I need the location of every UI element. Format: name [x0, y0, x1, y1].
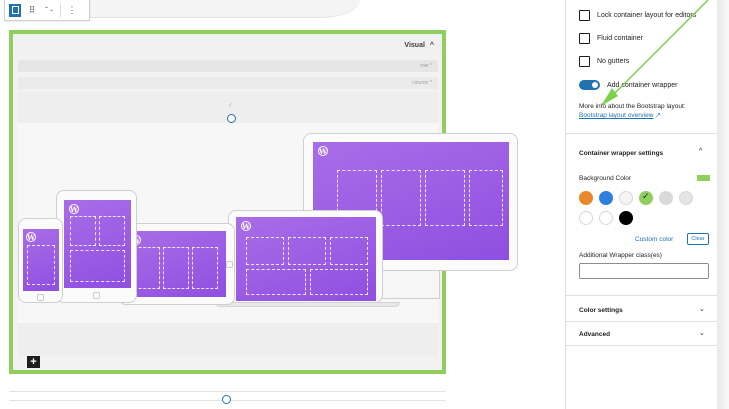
- color-swatch-light[interactable]: [619, 191, 633, 205]
- toolbar-divider: [60, 3, 61, 17]
- row-label: row ^: [420, 63, 432, 69]
- move-up-down-icon[interactable]: ⌃⌄: [43, 4, 55, 17]
- layout-placeholder: [99, 216, 125, 246]
- divider: [566, 295, 718, 296]
- color-swatch-blue[interactable]: [599, 191, 613, 205]
- more-options-icon[interactable]: ⋮: [66, 4, 78, 17]
- color-swatch-black[interactable]: [619, 211, 633, 225]
- tablet-screen: W: [126, 231, 226, 297]
- laptop: W: [228, 210, 383, 303]
- color-swatch-white[interactable]: [579, 211, 593, 225]
- layout-placeholder: [330, 237, 368, 265]
- color-palette: [579, 191, 704, 225]
- divider: [566, 345, 718, 346]
- color-swatch-orange[interactable]: [579, 191, 593, 205]
- columns-icon[interactable]: [9, 3, 21, 17]
- wrapper-settings-title[interactable]: Container wrapper settings: [579, 150, 663, 157]
- column-label: column ^: [412, 80, 432, 86]
- layout-placeholder: [70, 250, 125, 282]
- layout-placeholder: [425, 170, 465, 226]
- layout-placeholder: [246, 269, 306, 295]
- visual-label[interactable]: Visual: [404, 42, 425, 49]
- editor-screen: ⠿ ⌃⌄ ⋮ Visual ^ row ^ column ^ ✓ + W W W…: [0, 0, 729, 409]
- layout-placeholder: [246, 237, 284, 265]
- check-icon: ✓: [228, 102, 234, 109]
- chevron-down-icon[interactable]: ⌄: [699, 329, 705, 337]
- toolbar-backdrop: [90, 0, 360, 18]
- additional-wrapper-input[interactable]: [579, 263, 709, 279]
- layout-placeholder: [288, 237, 326, 265]
- color-swatch-gray[interactable]: [659, 191, 673, 205]
- chevron-down-icon[interactable]: ⌄: [699, 305, 705, 313]
- tablet-portrait-screen: W: [64, 200, 131, 288]
- phone: W: [18, 218, 63, 303]
- external-link-icon: ↗: [655, 112, 661, 119]
- phone-screen: W: [23, 229, 59, 291]
- additional-wrapper-label: Additional Wrapper class(es): [579, 252, 662, 259]
- wordpress-logo-icon: W: [26, 232, 36, 242]
- block-toolbar: ⠿ ⌃⌄ ⋮: [4, 0, 90, 21]
- block-inserter-dot[interactable]: [227, 114, 236, 123]
- drag-handle-icon[interactable]: ⠿: [26, 4, 38, 17]
- custom-color-link[interactable]: Custom color: [635, 236, 673, 243]
- color-swatch-green[interactable]: [639, 191, 653, 205]
- layout-placeholder: [27, 245, 55, 285]
- annotation-arrow-icon: [601, 0, 709, 106]
- chevron-up-icon[interactable]: ^: [699, 148, 702, 155]
- row-block-bar[interactable]: row ^: [18, 60, 438, 72]
- visual-bar: Visual ^: [13, 34, 442, 56]
- lock-layout-checkbox[interactable]: [579, 10, 590, 21]
- block-inserter-dot[interactable]: [222, 395, 231, 404]
- current-color-swatch: [697, 175, 710, 181]
- tablet-portrait: W: [56, 190, 137, 303]
- bootstrap-overview-link[interactable]: Bootstrap layout overview: [579, 112, 653, 119]
- home-button-icon: [37, 294, 44, 301]
- column-block-bar[interactable]: column ^: [18, 77, 438, 89]
- wordpress-logo-icon: W: [318, 146, 328, 156]
- home-button-icon: [93, 292, 100, 299]
- divider: [566, 321, 718, 322]
- chevron-up-icon[interactable]: ^: [430, 42, 434, 49]
- add-block-button[interactable]: +: [27, 356, 40, 368]
- color-swatch-white-2[interactable]: [599, 211, 613, 225]
- color-settings-title[interactable]: Color settings: [579, 307, 623, 314]
- divider: [566, 133, 718, 134]
- fluid-container-checkbox[interactable]: [579, 33, 590, 44]
- laptop-screen: W: [236, 217, 376, 301]
- background-color-label: Background Color: [579, 175, 632, 182]
- layout-placeholder: [469, 170, 503, 226]
- layout-placeholder: [192, 247, 218, 289]
- color-swatch-light-gray[interactable]: [679, 191, 693, 205]
- wordpress-logo-icon: W: [241, 221, 251, 231]
- advanced-title[interactable]: Advanced: [579, 331, 610, 338]
- no-gutters-checkbox[interactable]: [579, 56, 590, 67]
- layout-placeholder: [134, 247, 160, 289]
- laptop-base: [215, 302, 400, 307]
- layout-placeholder: [70, 216, 96, 246]
- home-button-icon: [226, 261, 233, 268]
- layout-placeholder: [310, 269, 368, 295]
- wordpress-logo-icon: W: [69, 204, 79, 214]
- layout-placeholder: [163, 247, 189, 289]
- layout-placeholder: [381, 170, 421, 226]
- clear-button[interactable]: Clear: [687, 233, 709, 245]
